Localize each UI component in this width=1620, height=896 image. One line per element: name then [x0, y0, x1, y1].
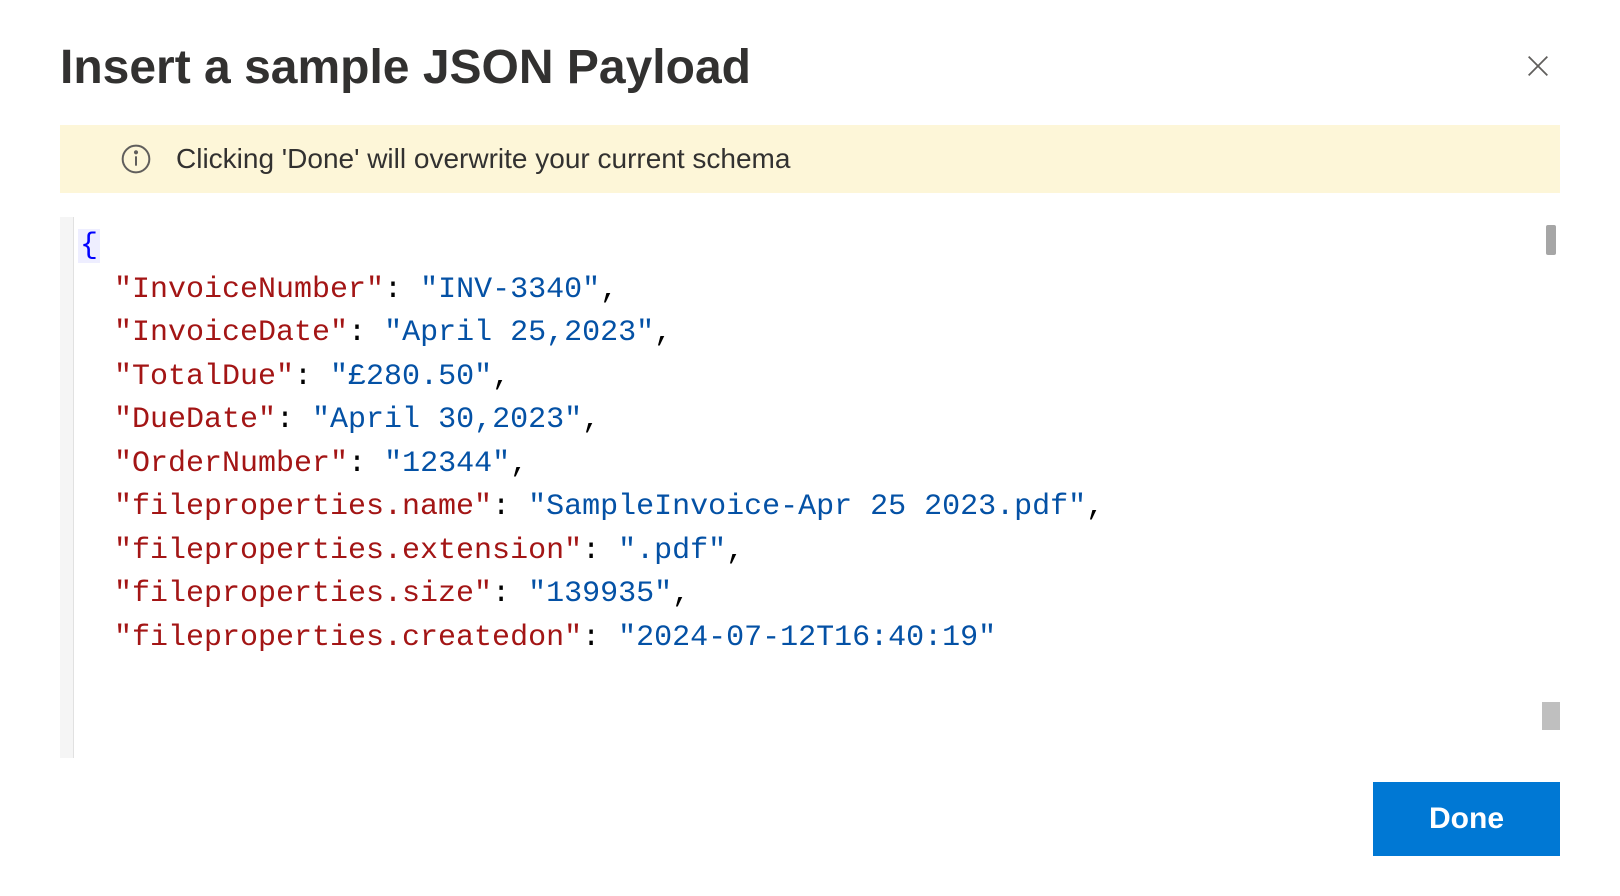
dialog-footer: Done	[60, 782, 1560, 856]
json-line: "DueDate": "April 30,2023",	[78, 399, 1522, 443]
editor-scrollbar[interactable]	[1542, 217, 1560, 758]
comma: ,	[1086, 490, 1104, 524]
comma: ,	[492, 360, 510, 394]
editor-content[interactable]: {"InvoiceNumber": "INV-3340","InvoiceDat…	[74, 217, 1542, 758]
json-value: ".pdf"	[618, 534, 726, 568]
json-line: "fileproperties.size": "139935",	[78, 573, 1522, 617]
comma: ,	[672, 577, 690, 611]
json-key: "fileproperties.extension"	[114, 534, 582, 568]
json-key: "fileproperties.createdon"	[114, 621, 582, 655]
colon: :	[582, 621, 618, 655]
json-key: "InvoiceDate"	[114, 316, 348, 350]
json-line: "fileproperties.createdon": "2024-07-12T…	[78, 617, 1522, 661]
comma: ,	[582, 403, 600, 437]
json-value: "INV-3340"	[420, 273, 600, 307]
comma: ,	[510, 447, 528, 481]
json-key: "fileproperties.size"	[114, 577, 492, 611]
json-key: "TotalDue"	[114, 360, 294, 394]
close-button[interactable]	[1516, 44, 1560, 91]
colon: :	[276, 403, 312, 437]
open-brace: {	[78, 229, 100, 263]
json-value: "April 25,2023"	[384, 316, 654, 350]
json-key: "OrderNumber"	[114, 447, 348, 481]
colon: :	[294, 360, 330, 394]
json-line: "fileproperties.name": "SampleInvoice-Ap…	[78, 486, 1522, 530]
json-payload-dialog: Insert a sample JSON Payload Clicking 'D…	[0, 0, 1620, 896]
json-value: "12344"	[384, 447, 510, 481]
close-icon	[1524, 52, 1552, 83]
colon: :	[384, 273, 420, 307]
json-key: "InvoiceNumber"	[114, 273, 384, 307]
json-value: "139935"	[528, 577, 672, 611]
done-button[interactable]: Done	[1373, 782, 1560, 856]
json-line: "fileproperties.extension": ".pdf",	[78, 530, 1522, 574]
colon: :	[492, 490, 528, 524]
info-icon	[120, 143, 152, 175]
colon: :	[348, 447, 384, 481]
json-line: "InvoiceNumber": "INV-3340",	[78, 269, 1522, 313]
editor-gutter	[60, 217, 74, 758]
json-value: "April 30,2023"	[312, 403, 582, 437]
comma: ,	[654, 316, 672, 350]
colon: :	[582, 534, 618, 568]
comma: ,	[726, 534, 744, 568]
info-banner: Clicking 'Done' will overwrite your curr…	[60, 125, 1560, 193]
info-message: Clicking 'Done' will overwrite your curr…	[176, 143, 790, 175]
json-line: "OrderNumber": "12344",	[78, 443, 1522, 487]
colon: :	[492, 577, 528, 611]
json-line: {	[78, 225, 1522, 269]
scrollbar-range-marker	[1542, 702, 1560, 730]
json-line: "InvoiceDate": "April 25,2023",	[78, 312, 1522, 356]
json-value: "2024-07-12T16:40:19"	[618, 621, 996, 655]
json-value: "£280.50"	[330, 360, 492, 394]
colon: :	[348, 316, 384, 350]
json-key: "DueDate"	[114, 403, 276, 437]
dialog-header: Insert a sample JSON Payload	[60, 40, 1560, 95]
json-value: "SampleInvoice-Apr 25 2023.pdf"	[528, 490, 1086, 524]
dialog-title: Insert a sample JSON Payload	[60, 40, 751, 95]
json-key: "fileproperties.name"	[114, 490, 492, 524]
json-editor[interactable]: {"InvoiceNumber": "INV-3340","InvoiceDat…	[60, 217, 1560, 758]
json-line: "TotalDue": "£280.50",	[78, 356, 1522, 400]
comma: ,	[600, 273, 618, 307]
scrollbar-thumb[interactable]	[1546, 225, 1556, 255]
